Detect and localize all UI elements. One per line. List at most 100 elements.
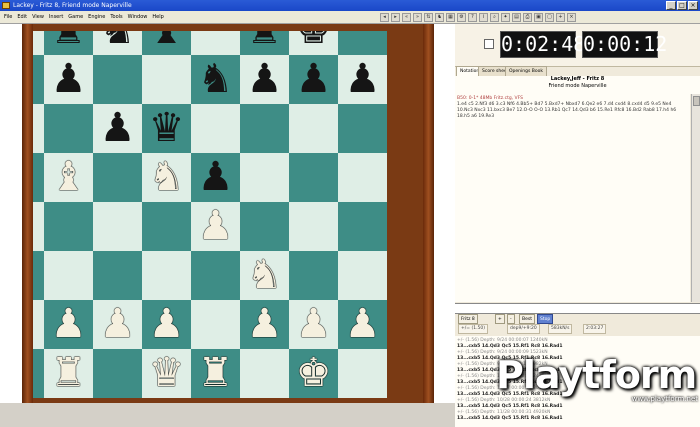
black-knight-icon[interactable]: ♞ bbox=[198, 55, 234, 104]
board-square[interactable]: ♟ bbox=[289, 300, 338, 349]
black-rook-icon[interactable]: ♜ bbox=[247, 31, 283, 55]
board-square[interactable] bbox=[289, 251, 338, 300]
board-square[interactable]: ♟ bbox=[191, 153, 240, 202]
first-icon[interactable]: « bbox=[402, 13, 411, 22]
engine-line-moves[interactable]: 13...cxb5 14.Qd3 Qc5 15.Rf1 Rc8 16.Rad1 bbox=[457, 416, 698, 422]
engine-best-button[interactable]: Best bbox=[519, 314, 535, 324]
board-square[interactable] bbox=[191, 251, 240, 300]
menu-window[interactable]: Window bbox=[128, 14, 148, 20]
maximize-button[interactable]: □ bbox=[677, 1, 687, 10]
board-square[interactable]: ♚ bbox=[289, 349, 338, 398]
board-square[interactable] bbox=[44, 104, 93, 153]
board-square[interactable] bbox=[93, 153, 142, 202]
board-square[interactable] bbox=[338, 31, 387, 55]
menu-file[interactable]: File bbox=[4, 14, 12, 20]
white-rook-icon[interactable]: ♜ bbox=[198, 349, 234, 398]
board-square[interactable] bbox=[289, 104, 338, 153]
board-square[interactable] bbox=[142, 202, 191, 251]
engine-icon[interactable]: ⚙ bbox=[457, 13, 466, 22]
white-pawn-icon[interactable]: ♟ bbox=[345, 300, 381, 349]
menu-tools[interactable]: Tools bbox=[110, 14, 122, 20]
black-king-icon[interactable]: ♚ bbox=[296, 31, 332, 55]
black-queen-icon[interactable]: ♛ bbox=[149, 104, 185, 153]
board-square[interactable] bbox=[93, 202, 142, 251]
close-icon[interactable]: × bbox=[567, 13, 576, 22]
search-icon[interactable]: ⌕ bbox=[490, 13, 499, 22]
board-square[interactable] bbox=[240, 202, 289, 251]
board-square[interactable] bbox=[33, 55, 44, 104]
engine-minus-button[interactable]: - bbox=[507, 314, 515, 324]
board-icon[interactable]: ▦ bbox=[446, 13, 455, 22]
menu-engine[interactable]: Engine bbox=[88, 14, 105, 20]
white-knight-icon[interactable]: ♞ bbox=[247, 251, 283, 300]
print-icon[interactable]: ⎙ bbox=[523, 13, 532, 22]
board-square[interactable] bbox=[338, 104, 387, 153]
board-square[interactable] bbox=[33, 104, 44, 153]
black-pawn-icon[interactable]: ♟ bbox=[296, 55, 332, 104]
board-square[interactable]: ♟ bbox=[44, 300, 93, 349]
last-icon[interactable]: » bbox=[413, 13, 422, 22]
board-square[interactable]: ♝ bbox=[142, 31, 191, 55]
arrow-right-icon[interactable]: ▸ bbox=[391, 13, 400, 22]
board-square[interactable] bbox=[142, 55, 191, 104]
piece-icon[interactable]: ♞ bbox=[435, 13, 444, 22]
notation-pane[interactable]: B50: 0-1* 48Mb Fritz.ctg, VFS 1.e4 c5 2.… bbox=[455, 94, 690, 302]
black-rook-icon[interactable]: ♜ bbox=[51, 31, 87, 55]
board-square[interactable] bbox=[44, 251, 93, 300]
gear-icon[interactable]: ✦ bbox=[501, 13, 510, 22]
board-square[interactable] bbox=[338, 202, 387, 251]
move-list[interactable]: 1.e4 c5 2.Nf3 d6 3.c3 Nf6 4.Bb5+ Bd7 5.B… bbox=[457, 102, 688, 120]
board-square[interactable]: ♟ bbox=[93, 104, 142, 153]
book-icon[interactable]: ▤ bbox=[512, 13, 521, 22]
menu-help[interactable]: Help bbox=[152, 14, 163, 20]
clock-checkbox[interactable] bbox=[484, 39, 494, 49]
board-square[interactable] bbox=[289, 202, 338, 251]
board-square[interactable]: ♟ bbox=[142, 300, 191, 349]
info-icon[interactable]: i bbox=[479, 13, 488, 22]
board-square[interactable] bbox=[33, 300, 44, 349]
board-square[interactable]: ♞ bbox=[93, 31, 142, 55]
black-pawn-icon[interactable]: ♟ bbox=[198, 153, 234, 202]
scrollbar-thumb[interactable] bbox=[693, 96, 700, 106]
board-square[interactable] bbox=[142, 251, 191, 300]
black-pawn-icon[interactable]: ♟ bbox=[345, 55, 381, 104]
board-square[interactable] bbox=[44, 202, 93, 251]
black-pawn-icon[interactable]: ♟ bbox=[51, 55, 87, 104]
white-pawn-icon[interactable]: ♟ bbox=[296, 300, 332, 349]
help-icon[interactable]: ? bbox=[468, 13, 477, 22]
flip-icon[interactable]: ⇅ bbox=[424, 13, 433, 22]
black-pawn-icon[interactable]: ♟ bbox=[100, 104, 136, 153]
board-square[interactable] bbox=[338, 153, 387, 202]
board-square[interactable]: ♟ bbox=[240, 300, 289, 349]
board-square[interactable] bbox=[191, 300, 240, 349]
board-square[interactable] bbox=[33, 349, 44, 398]
minimize-button[interactable]: _ bbox=[666, 1, 676, 10]
board-square[interactable] bbox=[191, 104, 240, 153]
board-square[interactable]: ♜ bbox=[44, 31, 93, 55]
board-square[interactable] bbox=[33, 202, 44, 251]
white-pawn-icon[interactable]: ♟ bbox=[149, 300, 185, 349]
new-icon[interactable]: + bbox=[556, 13, 565, 22]
board-square[interactable]: ♞ bbox=[142, 153, 191, 202]
board-square[interactable]: ♟ bbox=[93, 300, 142, 349]
white-pawn-icon[interactable]: ♟ bbox=[198, 202, 234, 251]
board-square[interactable] bbox=[93, 349, 142, 398]
board-square[interactable]: ♟ bbox=[338, 300, 387, 349]
board-square[interactable] bbox=[191, 31, 240, 55]
board-square[interactable] bbox=[240, 349, 289, 398]
chess-board[interactable]: ♜♞♝♜♚♟♞♟♟♟♟♛♝♞♟♟♞♟♟♟♟♟♟♜♛♜♚ bbox=[33, 31, 423, 403]
engine-plus-button[interactable]: + bbox=[495, 314, 505, 324]
board-square[interactable]: ♟ bbox=[338, 55, 387, 104]
board-square[interactable] bbox=[289, 153, 338, 202]
board-square[interactable] bbox=[338, 349, 387, 398]
board-square[interactable]: ♜ bbox=[44, 349, 93, 398]
board-square[interactable] bbox=[33, 251, 44, 300]
white-king-icon[interactable]: ♚ bbox=[296, 349, 332, 398]
black-knight-icon[interactable]: ♞ bbox=[100, 31, 136, 55]
open-icon[interactable]: ▢ bbox=[545, 13, 554, 22]
board-square[interactable]: ♜ bbox=[191, 349, 240, 398]
board-square[interactable] bbox=[33, 31, 44, 55]
close-button[interactable]: × bbox=[688, 1, 698, 10]
save-icon[interactable]: ▣ bbox=[534, 13, 543, 22]
white-pawn-icon[interactable]: ♟ bbox=[51, 300, 87, 349]
